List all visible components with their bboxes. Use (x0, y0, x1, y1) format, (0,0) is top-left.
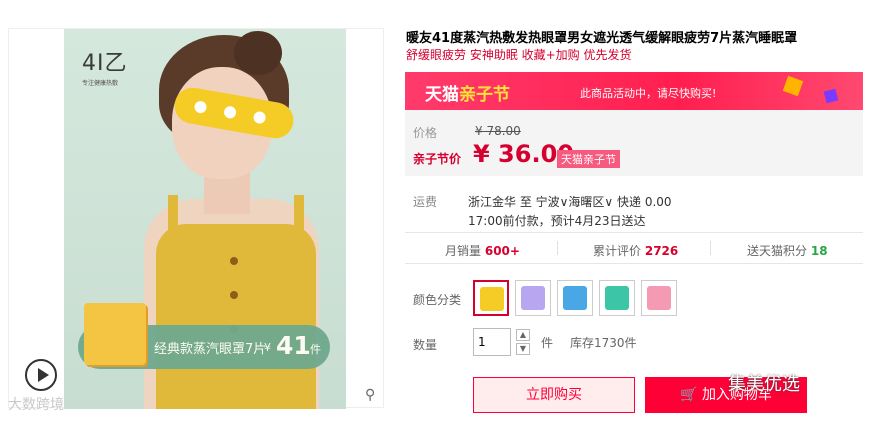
tmall-points: 送天猫积分 18 (747, 242, 828, 259)
product-photo[interactable]: 4I乙 专注健康热敷 经典款蒸汽眼罩7片 ¥ 41 件 (64, 29, 346, 409)
banner-message: 此商品活动中，请尽快购买! (580, 87, 717, 100)
quantity-input[interactable] (473, 328, 511, 356)
stock-count: 库存1730件 (570, 336, 637, 350)
swatch-thumb (605, 286, 629, 310)
monthly-sales-value: 600+ (484, 244, 520, 258)
gift-cube-icon (782, 75, 804, 97)
flower-icon (223, 105, 238, 120)
yellow-dress-shape (156, 224, 316, 409)
color-swatch-yellow[interactable] (473, 280, 509, 316)
swatch-thumb (647, 286, 671, 310)
quantity-label: 数量 (413, 338, 438, 352)
promo-number: 41 (276, 331, 311, 360)
product-box-image (84, 303, 146, 365)
promo-unit: 件 (310, 343, 321, 356)
promo-tag: 天猫亲子节 (557, 150, 620, 168)
dress-button (230, 257, 238, 265)
hair-bun-shape (234, 31, 282, 75)
quantity-increase-button[interactable]: ▲ (516, 329, 530, 341)
cart-icon: 🛒 (680, 387, 698, 403)
shipping-label: 运费 (413, 195, 438, 209)
promo-pill: 经典款蒸汽眼罩7片 ¥ 41 件 (78, 303, 330, 369)
divider (710, 241, 711, 255)
swatch-thumb (480, 287, 504, 311)
watermark-left: 大数跨境 (8, 397, 64, 413)
quantity-decrease-button[interactable]: ▼ (516, 343, 530, 355)
color-option-label: 颜色分类 (413, 293, 462, 307)
promo-banner: 天猫亲子节 此商品活动中，请尽快购买! (405, 72, 863, 110)
brand-tagline: 专注健康热敷 (82, 80, 119, 87)
divider (557, 241, 558, 255)
color-swatch-purple[interactable] (515, 280, 551, 316)
zoom-search-icon[interactable]: ⚲ (365, 387, 375, 403)
flower-icon (193, 100, 208, 115)
shipping-destination[interactable]: 浙江金华 至 宁波∨海曙区∨ 快递 0.00 (468, 193, 672, 210)
flower-icon (252, 110, 267, 125)
swatch-thumb (521, 286, 545, 310)
monthly-sales-label: 月销量 (445, 244, 482, 258)
tmall-points-label: 送天猫积分 (747, 244, 808, 258)
dress-button (230, 291, 238, 299)
color-swatch-pink[interactable] (641, 280, 677, 316)
color-swatch-teal[interactable] (599, 280, 635, 316)
product-title: 暖友41度蒸汽热敷发热眼罩男女遮光透气缓解眼疲劳7片蒸汽睡眠罩 (406, 31, 798, 46)
gift-cube-icon (823, 88, 839, 104)
monthly-sales: 月销量 600+ (445, 242, 520, 259)
promo-text: 经典款蒸汽眼罩7片 (154, 342, 267, 357)
review-count-label: 累计评价 (593, 244, 642, 258)
product-subtitle: 舒缓眼疲劳 安神助眠 收藏+加购 优先发货 (406, 48, 632, 62)
original-price: ¥ 78.00 (475, 124, 521, 138)
banner-logo-a: 天猫 (425, 85, 459, 105)
promo-yen: ¥ (264, 341, 271, 354)
banner-logo-b: 亲子节 (459, 85, 510, 105)
buy-now-button[interactable]: 立即购买 (473, 377, 635, 413)
color-swatch-blue[interactable] (557, 280, 593, 316)
play-video-icon[interactable] (25, 359, 57, 391)
watermark-right: 集美优选 (728, 374, 800, 395)
review-count[interactable]: 累计评价 2726 (593, 242, 678, 259)
stats-bar: 月销量 600+ 累计评价 2726 送天猫积分 18 (405, 232, 863, 264)
brand-logo-text: 4I乙 (82, 51, 128, 76)
image-gallery: 4I乙 专注健康热敷 经典款蒸汽眼罩7片 ¥ 41 件 ⚲ (8, 28, 384, 409)
review-count-value: 2726 (644, 244, 679, 258)
banner-logo: 天猫亲子节 (425, 80, 510, 105)
swatch-thumb (563, 286, 587, 310)
tmall-points-value: 18 (810, 244, 828, 258)
price-label: 价格 (413, 126, 438, 140)
delivery-estimate: 17:00前付款，预计4月23日送达 (468, 214, 646, 228)
promo-price-label: 亲子节价 (413, 152, 462, 166)
quantity-unit: 件 (541, 336, 554, 350)
brand-logo: 4I乙 专注健康热敷 (82, 45, 142, 87)
price-box: 价格 ¥ 78.00 亲子节价 ¥ 36.00 天猫亲子节 (405, 110, 863, 176)
